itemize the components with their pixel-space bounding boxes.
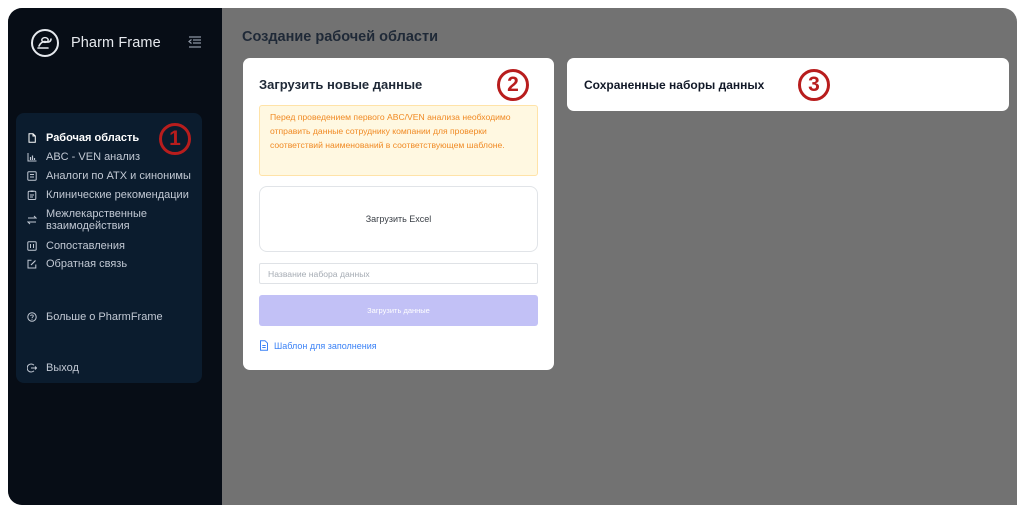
sidebar-item-clinical-guidelines[interactable]: Клинические рекомендации	[27, 189, 202, 201]
app-window: Pharm Frame Рабочая область ABC - VEN ан…	[8, 8, 1017, 505]
annotation-badge-3: 3	[798, 69, 830, 101]
logout-icon	[27, 363, 37, 373]
template-link-label: Шаблон для заполнения	[274, 340, 377, 351]
template-download-link[interactable]: Шаблон для заполнения	[259, 340, 377, 351]
sidebar-item-atc-analogs[interactable]: Аналоги по АТХ и синонимы	[27, 170, 202, 182]
clipboard-icon	[27, 190, 37, 200]
sidebar-item-drug-interactions[interactable]: Межлекарственные взаимодействия	[27, 208, 202, 232]
dropzone-label: Загрузить Excel	[365, 214, 432, 224]
sidebar-item-label: Больше о PharmFrame	[46, 311, 163, 323]
sidebar-item-feedback[interactable]: Обратная связь	[27, 258, 202, 270]
dataset-name-input[interactable]	[259, 263, 538, 284]
bar-chart-icon	[27, 153, 37, 162]
swap-arrows-icon	[27, 215, 37, 225]
brand[interactable]: Pharm Frame	[31, 29, 161, 57]
help-circle-icon	[27, 312, 37, 322]
sidebar-item-logout[interactable]: Выход	[27, 362, 202, 374]
annotation-badge-1: 1	[159, 123, 191, 155]
brand-name: Pharm Frame	[71, 35, 161, 51]
page-title: Создание рабочей области	[242, 29, 438, 45]
sidebar-item-about[interactable]: Больше о PharmFrame	[27, 311, 202, 323]
main-content: Создание рабочей области Загрузить новые…	[222, 8, 1017, 505]
warning-notice: Перед проведением первого ABC/VEN анализ…	[259, 105, 538, 176]
upload-data-card: Загрузить новые данные 2 Перед проведени…	[243, 58, 554, 370]
saved-datasets-card: Сохраненные наборы данных 3	[567, 58, 1009, 111]
pharm-frame-logo-icon	[31, 29, 59, 57]
saved-card-title: Сохраненные наборы данных	[584, 78, 765, 92]
menu-collapse-icon[interactable]	[188, 36, 202, 48]
file-icon	[260, 340, 268, 351]
sidebar-item-label: ABC - VEN анализ	[46, 151, 140, 163]
upload-card-title: Загрузить новые данные	[259, 77, 423, 92]
upload-data-button[interactable]: Загрузить данные	[259, 295, 538, 326]
sidebar-item-label: Обратная связь	[46, 258, 128, 270]
document-icon	[28, 133, 36, 143]
excel-dropzone[interactable]: Загрузить Excel	[259, 186, 538, 252]
sidebar: Pharm Frame Рабочая область ABC - VEN ан…	[8, 8, 222, 505]
list-box-icon	[27, 171, 37, 181]
sidebar-item-label: Межлекарственные взаимодействия	[46, 208, 148, 232]
sidebar-item-label: Выход	[46, 362, 79, 374]
compare-icon	[27, 241, 37, 251]
sidebar-item-label: Аналоги по АТХ и синонимы	[46, 170, 191, 182]
sidebar-item-label: Сопоставления	[46, 240, 125, 252]
annotation-badge-2: 2	[497, 69, 529, 101]
sidebar-item-label: Клинические рекомендации	[46, 189, 189, 201]
sidebar-item-mappings[interactable]: Сопоставления	[27, 240, 202, 252]
edit-icon	[27, 259, 37, 269]
sidebar-item-label: Рабочая область	[46, 132, 140, 144]
